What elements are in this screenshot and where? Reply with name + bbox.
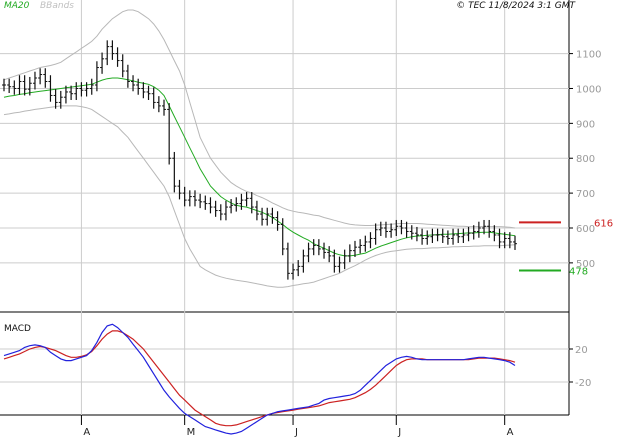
chart-frame — [0, 0, 570, 416]
gridlines — [0, 0, 569, 415]
bbands-legend: BBands — [40, 1, 74, 11]
bband-upper — [3, 9, 516, 229]
price-tick-label: 1100 — [576, 50, 601, 61]
macd-tick-label: -20 — [575, 378, 591, 389]
month-label: J — [397, 427, 401, 438]
price-tick-label: 800 — [576, 154, 595, 165]
price-axis: 500 600 700 800 900 1000 1100 — [569, 50, 601, 270]
month-label: A — [507, 427, 514, 438]
month-label: A — [83, 427, 90, 438]
stock-chart: 616478 500 600 700 800 900 1000 1100 20 -20 A M J… — [0, 0, 613, 438]
ma20-line — [3, 77, 516, 257]
ma20-legend: MA20 — [4, 1, 30, 11]
copyright-text: © TEC 11/8/2024 3:1 GMT — [456, 1, 576, 11]
support-resistance-levels: 616478 — [519, 218, 613, 278]
ma20-path — [3, 77, 516, 257]
ohlc-bars — [2, 40, 517, 280]
price-tick-label: 500 — [576, 259, 595, 270]
price-tick-label: 1000 — [576, 84, 601, 95]
price-tick-label: 900 — [576, 119, 595, 130]
price-tick-label: 700 — [576, 189, 595, 200]
macd-signal-line — [3, 330, 516, 427]
month-label: J — [294, 427, 298, 438]
resistance-label: 616 — [594, 218, 613, 229]
bollinger-bands — [3, 9, 516, 288]
macd-panel: 20 -20 — [0, 323, 591, 435]
price-tick-label: 600 — [576, 224, 595, 235]
macd-tick-label: 20 — [575, 345, 588, 356]
time-axis: AMJJA — [80, 415, 514, 438]
macd-title: MACD — [4, 324, 31, 334]
month-label: M — [187, 427, 196, 438]
